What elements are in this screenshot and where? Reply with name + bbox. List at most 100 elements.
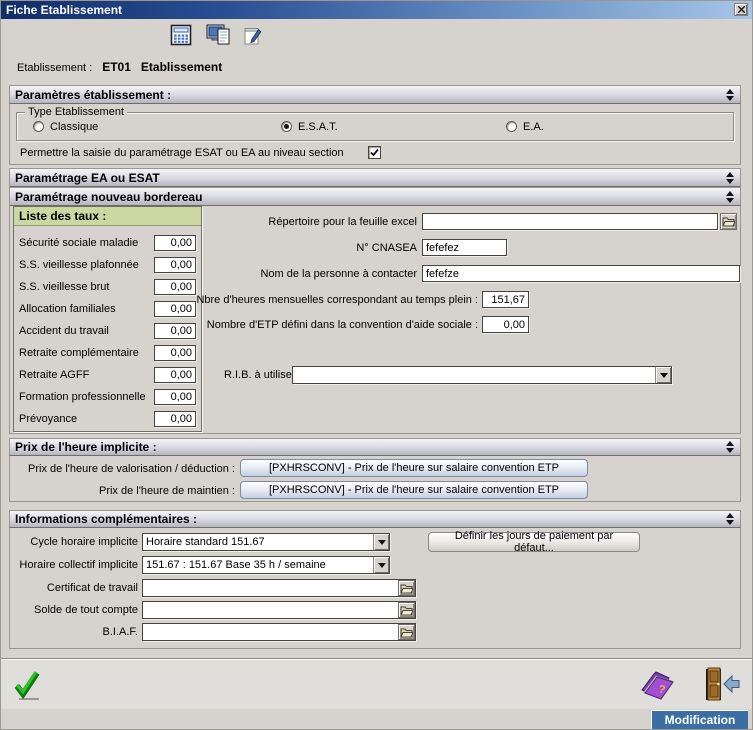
biaf-field bbox=[142, 623, 416, 641]
open-folder-icon bbox=[722, 216, 735, 227]
solde-input[interactable] bbox=[143, 602, 397, 618]
taux-label: S.S. vieillesse plafonnée bbox=[19, 259, 139, 271]
close-icon bbox=[738, 6, 745, 13]
taux-input[interactable] bbox=[154, 389, 196, 405]
heures-label: Nbre d'heures mensuelles correspondant a… bbox=[20, 294, 478, 306]
radio-ea[interactable] bbox=[506, 121, 517, 132]
collapse-toggle-icon[interactable] bbox=[724, 89, 736, 101]
screen-report-button[interactable] bbox=[205, 22, 233, 48]
section-header-ea-esat[interactable]: Paramétrage EA ou ESAT bbox=[9, 168, 741, 187]
heures-input[interactable] bbox=[482, 291, 529, 308]
liste-des-taux-title: Liste des taux : bbox=[14, 207, 201, 226]
etp-input[interactable] bbox=[482, 316, 529, 333]
section-header-prix[interactable]: Prix de l'heure implicite : bbox=[9, 438, 741, 456]
collapse-toggle-icon[interactable] bbox=[724, 191, 736, 203]
green-check-icon bbox=[13, 669, 43, 703]
rib-combobox[interactable] bbox=[292, 366, 672, 384]
section-title-prix: Prix de l'heure implicite : bbox=[15, 440, 157, 454]
taux-row: Prévoyance bbox=[19, 410, 196, 427]
biaf-browse-button[interactable] bbox=[398, 624, 415, 640]
solde-label: Solde de tout compte bbox=[14, 604, 138, 616]
section-body-parametres: Type Etablissement Classique E.S.A.T. E.… bbox=[9, 104, 741, 165]
horaire-label: Horaire collectif implicite bbox=[14, 559, 138, 571]
taux-label: Retraite complémentaire bbox=[19, 347, 139, 359]
prix-valorisation-button[interactable]: [PXHRSCONV] - Prix de l'heure sur salair… bbox=[240, 459, 588, 477]
chevron-down-icon bbox=[378, 563, 386, 568]
radio-esat-label[interactable]: E.S.A.T. bbox=[298, 121, 338, 133]
collapse-toggle-icon[interactable] bbox=[724, 513, 736, 525]
taux-row: Formation professionnelle bbox=[19, 388, 196, 405]
section-body-bordereau: Liste des taux : Sécurité sociale maladi… bbox=[9, 206, 741, 434]
prix-maintien-label: Prix de l'heure de maintien : bbox=[20, 485, 235, 497]
window-title: Fiche Etablissement bbox=[6, 3, 122, 17]
section-title-bordereau: Paramétrage nouveau bordereau bbox=[15, 190, 202, 204]
cnasea-input[interactable] bbox=[422, 239, 507, 256]
etablissement-identity-row: Etablissement : ET01 Etablissement bbox=[17, 60, 222, 74]
taux-row: Retraite complémentaire bbox=[19, 344, 196, 361]
cycle-dropdown-button[interactable] bbox=[373, 534, 389, 550]
taux-input[interactable] bbox=[154, 235, 196, 251]
type-etablissement-groupbox: Type Etablissement Classique E.S.A.T. E.… bbox=[16, 112, 734, 141]
horaire-combobox[interactable]: 151.67 : 151.67 Base 35 h / semaine bbox=[142, 556, 390, 574]
repertoire-browse-button[interactable] bbox=[720, 213, 737, 230]
svg-text:?: ? bbox=[657, 683, 666, 696]
repertoire-input[interactable] bbox=[422, 213, 718, 230]
biaf-input[interactable] bbox=[143, 624, 397, 640]
edit-note-icon bbox=[244, 26, 262, 46]
radio-esat[interactable] bbox=[281, 121, 292, 132]
taux-input[interactable] bbox=[154, 279, 196, 295]
prix-valorisation-label: Prix de l'heure de valorisation / déduct… bbox=[20, 463, 235, 475]
contact-input[interactable] bbox=[422, 265, 740, 282]
taux-input[interactable] bbox=[154, 367, 196, 383]
calculator-button[interactable] bbox=[167, 22, 195, 48]
taux-label: Formation professionnelle bbox=[19, 391, 146, 403]
taux-input[interactable] bbox=[154, 411, 196, 427]
etablissement-code: ET01 bbox=[102, 60, 131, 74]
section-body-prix: Prix de l'heure de valorisation / déduct… bbox=[9, 456, 741, 502]
etp-label: Nombre d'ETP défini dans la convention d… bbox=[20, 319, 478, 331]
define-payment-days-button[interactable]: Définir les jours de paiement par défaut… bbox=[428, 532, 640, 552]
collapse-toggle-icon[interactable] bbox=[724, 172, 736, 184]
fiche-etablissement-window: Fiche Etablissement bbox=[0, 0, 753, 730]
collapse-toggle-icon[interactable] bbox=[724, 441, 736, 453]
cycle-combobox[interactable]: Horaire standard 151.67 bbox=[142, 533, 390, 551]
status-mode-badge: Modification bbox=[651, 710, 748, 729]
section-header-infos[interactable]: Informations complémentaires : bbox=[9, 510, 741, 528]
edit-note-button[interactable] bbox=[239, 23, 267, 49]
cycle-label: Cycle horaire implicite bbox=[14, 536, 138, 548]
section-title-ea-esat: Paramétrage EA ou ESAT bbox=[15, 171, 160, 185]
help-book-icon: ? bbox=[639, 669, 679, 703]
status-mode-text: Modification bbox=[665, 713, 736, 727]
section-header-bordereau[interactable]: Paramétrage nouveau bordereau bbox=[9, 187, 741, 206]
calculator-icon bbox=[170, 24, 192, 46]
etablissement-label: Etablissement : bbox=[17, 62, 92, 74]
exit-button[interactable] bbox=[703, 667, 741, 708]
solde-field bbox=[142, 601, 416, 619]
certificat-browse-button[interactable] bbox=[398, 580, 415, 596]
open-folder-icon bbox=[400, 583, 413, 594]
close-button[interactable] bbox=[734, 3, 748, 16]
validate-button[interactable] bbox=[13, 669, 43, 708]
rib-label: R.I.B. à utiliser bbox=[224, 369, 296, 381]
solde-browse-button[interactable] bbox=[398, 602, 415, 618]
cycle-combobox-value: Horaire standard 151.67 bbox=[143, 534, 373, 550]
taux-label: Retraite AGFF bbox=[19, 369, 89, 381]
prix-maintien-button[interactable]: [PXHRSCONV] - Prix de l'heure sur salair… bbox=[240, 481, 588, 499]
allow-section-checkbox[interactable] bbox=[368, 146, 381, 159]
radio-classique[interactable] bbox=[33, 121, 44, 132]
contact-label: Nom de la personne à contacter bbox=[150, 268, 417, 280]
rib-combobox-value bbox=[293, 367, 655, 383]
repertoire-label: Répertoire pour la feuille excel bbox=[210, 216, 417, 228]
taux-label: Prévoyance bbox=[19, 413, 77, 425]
certificat-input[interactable] bbox=[143, 580, 397, 596]
radio-ea-label[interactable]: E.A. bbox=[523, 121, 544, 133]
radio-classique-label[interactable]: Classique bbox=[50, 121, 98, 133]
taux-input[interactable] bbox=[154, 345, 196, 361]
open-folder-icon bbox=[400, 627, 413, 638]
cnasea-label: N° CNASEA bbox=[210, 242, 417, 254]
section-header-parametres[interactable]: Paramètres établissement : bbox=[9, 85, 741, 104]
window-titlebar[interactable]: Fiche Etablissement bbox=[1, 1, 752, 19]
horaire-dropdown-button[interactable] bbox=[373, 557, 389, 573]
rib-dropdown-button[interactable] bbox=[655, 367, 671, 383]
help-button[interactable]: ? bbox=[639, 669, 679, 708]
